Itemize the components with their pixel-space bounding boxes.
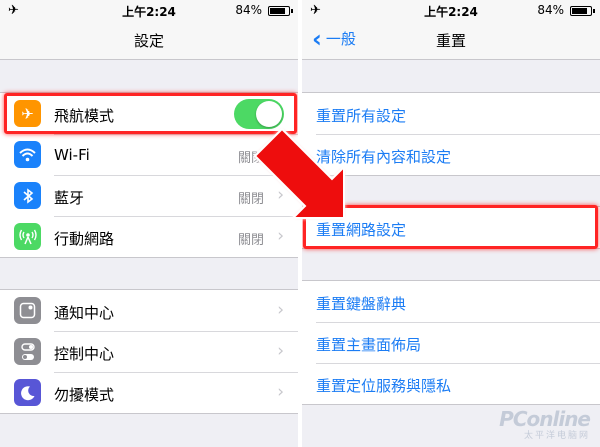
chevron-right-icon: › [277,226,284,246]
row-label: 控制中心 [54,345,115,363]
page-title: 重置 [435,32,466,50]
reset-all-settings-button[interactable]: 重置所有設定 [316,105,406,126]
airplane-icon: ✈ [14,100,41,127]
connectivity-group: ✈ 飛航模式 Wi-Fi 關閉 › 藍牙 關閉 › 行動網路 關閉 › [0,92,298,258]
erase-all-content-row[interactable]: 清除所有內容和設定 [302,134,600,175]
erase-all-content-button[interactable]: 清除所有內容和設定 [316,146,451,167]
row-label: 飛航模式 [54,107,115,125]
reset-location-privacy-button[interactable]: 重置定位服務與隱私 [316,375,451,396]
reset-home-screen-layout-button[interactable]: 重置主畫面佈局 [316,334,421,355]
reset-all-settings-row[interactable]: 重置所有設定 [302,93,600,134]
cellular-icon [14,223,41,250]
chevron-right-icon: › [277,382,284,402]
reset-keyboard-dictionary-button[interactable]: 重置鍵盤辭典 [316,293,406,314]
nav-bar: ‹ 一般 重置 [302,20,600,60]
watermark: PConline 太平洋电脑网 [499,407,591,441]
chevron-right-icon: › [277,144,284,164]
status-bar: ✈ 上午2:24 84% [302,0,600,20]
row-label: 行動網路 [54,230,115,248]
battery-percent: 84% [537,3,564,17]
airplane-mode-toggle[interactable] [234,99,284,129]
chevron-right-icon: › [277,341,284,361]
reset-home-screen-layout-row[interactable]: 重置主畫面佈局 [302,322,600,363]
row-value: 關閉 [237,151,264,166]
battery-icon [268,6,293,16]
settings-row-do-not-disturb[interactable]: 勿擾模式 › [0,372,298,413]
settings-row-wifi[interactable]: Wi-Fi 關閉 › [0,134,298,175]
do-not-disturb-icon [14,379,41,406]
page-title: 設定 [133,32,164,50]
row-label: 藍牙 [54,189,85,207]
reset-network-settings-button[interactable]: 重置網路設定 [316,219,406,240]
row-value: 關閉 [237,233,264,248]
row-value: 關閉 [237,192,264,207]
chevron-right-icon: › [277,185,284,205]
settings-row-bluetooth[interactable]: 藍牙 關閉 › [0,175,298,216]
settings-row-control-center[interactable]: 控制中心 › [0,331,298,372]
system-group: 通知中心 › 控制中心 › 勿擾模式 › [0,289,298,414]
status-bar: ✈ 上午2:24 84% [0,0,298,20]
settings-screen: ✈ 上午2:24 84% 設定 ✈ 飛航模式 Wi-Fi 關閉 › 藍牙 關閉 … [0,0,298,447]
settings-row-notification-center[interactable]: 通知中心 › [0,290,298,331]
battery-icon [570,6,595,16]
reset-keyboard-dictionary-row[interactable]: 重置鍵盤辭典 [302,281,600,322]
reset-location-privacy-row[interactable]: 重置定位服務與隱私 [302,363,600,404]
bluetooth-icon [14,182,41,209]
reset-group-2: 重置網路設定 [302,206,600,249]
control-center-icon [14,338,41,365]
reset-group-3: 重置鍵盤辭典 重置主畫面佈局 重置定位服務與隱私 [302,280,600,405]
nav-bar: 設定 [0,20,298,60]
toggle-knob [256,101,282,127]
battery-percent: 84% [235,3,262,17]
settings-row-cellular[interactable]: 行動網路 關閉 › [0,216,298,257]
reset-network-settings-row[interactable]: 重置網路設定 [302,207,600,248]
reset-group-1: 重置所有設定 清除所有內容和設定 [302,92,600,176]
row-label: 通知中心 [54,304,115,322]
notification-center-icon [14,297,41,324]
row-label: Wi-Fi [54,146,90,164]
settings-row-airplane-mode[interactable]: ✈ 飛航模式 [0,93,298,134]
chevron-right-icon: › [277,300,284,320]
reset-screen: ✈ 上午2:24 84% ‹ 一般 重置 重置所有設定 清除所有內容和設定 重置… [302,0,600,447]
row-label: 勿擾模式 [54,386,115,404]
wifi-icon [14,141,41,168]
